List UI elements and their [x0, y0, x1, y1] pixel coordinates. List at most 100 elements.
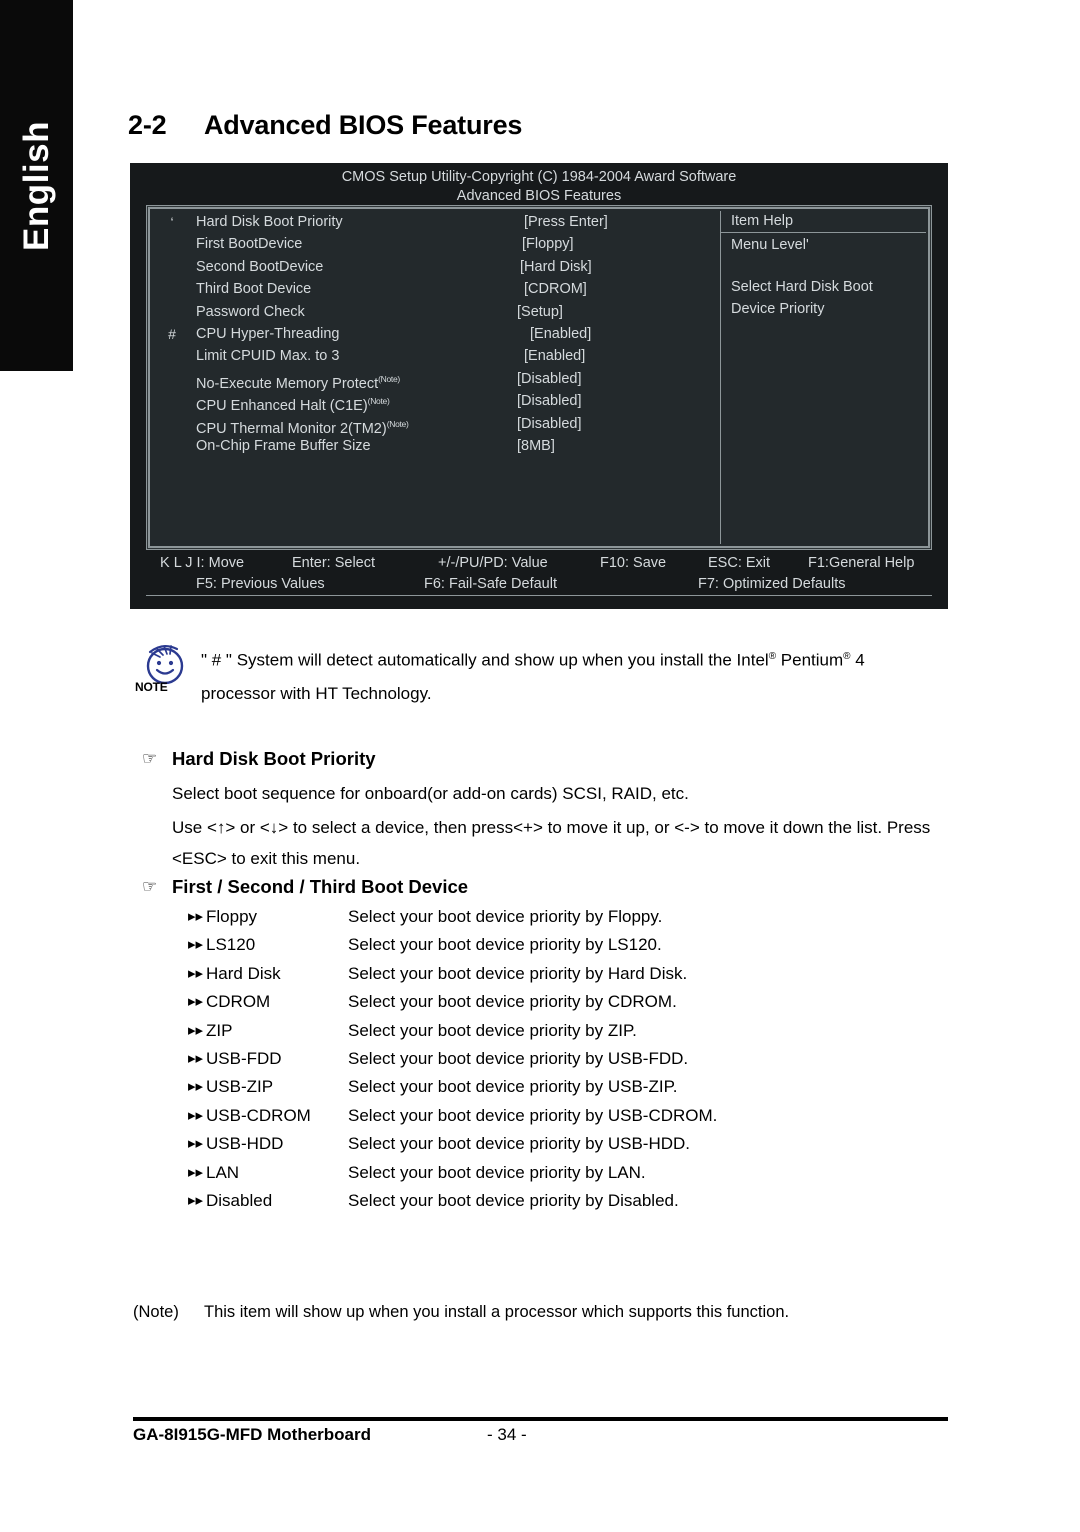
footer-rule [133, 1417, 948, 1421]
bios-row-value[interactable]: [Disabled] [517, 368, 581, 390]
bios-inner-frame: ‘ Hard Disk Boot Priority [Press Enter] Fir… [146, 205, 932, 550]
double-arrow-icon: ▸▸ [188, 993, 204, 1011]
boot-device-name: LAN [206, 1162, 240, 1182]
bios-setting-row[interactable]: On-Chip Frame Buffer Size [8MB] [152, 435, 744, 457]
bios-setting-row[interactable]: Limit CPUID Max. to 3 [Enabled] [152, 345, 744, 367]
double-arrow-icon: ▸▸ [188, 1135, 204, 1153]
item-help-body: Menu Level' Select Hard Disk Boot Device… [721, 233, 926, 320]
bios-row-label: Password Check [196, 303, 305, 320]
note-icon-label: NOTE [135, 680, 168, 694]
item-help-spacer [731, 256, 926, 276]
registered-icon: ® [768, 651, 777, 662]
double-arrow-icon: ▸▸ [188, 936, 204, 954]
boot-device-description: Select your boot device priority by USB-… [348, 1077, 678, 1097]
boot-device-name: CDROM [206, 992, 271, 1012]
bios-row-value[interactable]: [Enabled] [524, 345, 585, 367]
bios-setup-screenshot: CMOS Setup Utility-Copyright (C) 1984-20… [130, 163, 948, 609]
double-arrow-icon: ▸▸ [188, 1021, 204, 1039]
boot-device-description: Select your boot device priority by USB-… [348, 1134, 691, 1154]
boot-device-item: ▸▸ LAN Select your boot device priority by… [188, 1159, 948, 1187]
section-heading-boot-device: ☞ First / Second / Third Boot Device [142, 876, 469, 898]
bios-row-value[interactable]: [CDROM] [524, 278, 587, 300]
bios-row-value[interactable]: [Disabled] [517, 413, 581, 435]
bios-row-label: CPU Hyper-Threading [196, 325, 340, 342]
bios-row-value[interactable]: [Enabled] [530, 323, 591, 345]
bios-setting-row[interactable]: CPU Thermal Monitor 2(TM2)(Note) [Disable… [152, 413, 744, 437]
note-line1-part-b: Pentium [776, 650, 844, 670]
bios-key-hint: F5: Previous Values [196, 576, 325, 592]
boot-device-description: Select your boot device priority by USB-… [348, 1048, 689, 1068]
boot-device-item: ▸▸ Hard Disk Select your boot device prior… [188, 960, 948, 988]
bios-setting-row[interactable]: First BootDevice [Floppy] [152, 233, 744, 255]
bios-key-legend-row-1: K L J I: Move Enter: Select +/-/PU/PD: Val… [146, 553, 932, 574]
boot-device-item: ▸▸ Disabled Select your boot device priori… [188, 1187, 948, 1215]
bios-row-note-marker: (Note) [386, 418, 409, 429]
bios-setting-row[interactable]: ‘ Hard Disk Boot Priority [Press Enter] [152, 211, 744, 233]
bios-settings-list: ‘ Hard Disk Boot Priority [Press Enter] Fir… [152, 211, 744, 544]
bios-row-marker: ‘ [170, 214, 174, 230]
bios-header-line1: CMOS Setup Utility-Copyright (C) 1984-20… [341, 169, 737, 185]
item-help-title: Item Help [721, 211, 926, 233]
note-callout: NOTE " # " System will detect automatica… [133, 640, 948, 710]
bios-setting-row[interactable]: No-Execute Memory Protect(Note) [Disabled… [152, 368, 744, 392]
boot-device-item: ▸▸ USB-FDD Select your boot device priorit… [188, 1045, 948, 1073]
bios-row-note-marker: (Note) [378, 373, 400, 384]
item-help-desc-line2: Device Priority [731, 301, 825, 317]
boot-device-description: Select your boot device priority by Hard… [348, 963, 688, 983]
section1-paragraph-2-line2: <ESC> to exit this menu. [172, 849, 361, 868]
double-arrow-icon: ▸▸ [188, 1163, 204, 1181]
footnote-text: This item will show up when you install … [204, 1303, 790, 1321]
boot-device-name: Disabled [206, 1190, 273, 1210]
bios-row-value[interactable]: [Hard Disk] [520, 256, 592, 278]
bios-key-legend: K L J I: Move Enter: Select +/-/PU/PD: Val… [146, 553, 932, 597]
footnote-label: (Note) [133, 1303, 179, 1321]
double-arrow-icon: ▸▸ [188, 1078, 204, 1096]
section2-heading-text: First / Second / Third Boot Device [172, 876, 469, 897]
boot-device-item: ▸▸ USB-HDD Select your boot device priorit… [188, 1130, 948, 1158]
language-tab-label: English [16, 120, 56, 251]
bios-key-hint: F7: Optimized Defaults [698, 576, 846, 592]
section1-paragraph-2-line1: Use <↑> or <↓> to select a device, then … [172, 818, 931, 837]
boot-device-item: ▸▸ USB-CDROM Select your boot device prior… [188, 1102, 948, 1130]
boot-device-item: ▸▸ LS120 Select your boot device priority … [188, 931, 948, 959]
boot-device-description: Select your boot device priority by USB-… [348, 1105, 718, 1125]
boot-device-item: ▸▸ CDROM Select your boot device priority … [188, 988, 948, 1016]
page-title: 2-2 Advanced BIOS Features [128, 110, 522, 141]
bios-row-value[interactable]: [8MB] [517, 435, 555, 457]
bios-row-value[interactable]: [Press Enter] [524, 211, 608, 233]
menu-level-label: Menu Level' [731, 237, 809, 253]
bios-key-hint: ESC: Exit [708, 555, 771, 571]
boot-device-description: Select your boot device priority by Disa… [348, 1190, 679, 1210]
bios-row-value[interactable]: [Setup] [517, 301, 563, 323]
bios-header-line2: Advanced BIOS Features [456, 188, 622, 204]
section1-paragraph-1: Select boot sequence for onboard(or add-… [172, 784, 689, 803]
item-help-desc-line1: Select Hard Disk Boot [731, 279, 873, 295]
double-arrow-icon: ▸▸ [188, 964, 204, 982]
smiley-note-icon: NOTE [133, 640, 199, 700]
bios-setting-row[interactable]: Third Boot Device [CDROM] [152, 278, 744, 300]
section-heading-hard-disk-boot-priority: ☞ Hard Disk Boot Priority [142, 748, 376, 770]
boot-device-item: ▸▸ ZIP Select your boot device priority by… [188, 1017, 948, 1045]
note-callout-text: " # " System will detect automatically a… [201, 640, 948, 710]
bios-setting-row[interactable]: Password Check [Setup] [152, 301, 744, 323]
bios-row-label: Second BootDevice [196, 258, 324, 275]
bios-key-legend-row-2: F5: Previous Values F6: Fail-Safe Default… [146, 574, 932, 595]
bios-setting-row[interactable]: Second BootDevice [Hard Disk] [152, 256, 744, 278]
pointing-hand-icon: ☞ [142, 749, 158, 768]
bios-setting-row[interactable]: # CPU Hyper-Threading [Enabled] [152, 323, 744, 345]
boot-device-name: Hard Disk [206, 963, 281, 983]
double-arrow-icon: ▸▸ [188, 1191, 204, 1209]
bios-row-value[interactable]: [Disabled] [517, 390, 581, 412]
bios-row-marker: # [168, 325, 176, 342]
page-title-text: Advanced BIOS Features [204, 110, 523, 140]
boot-device-name: USB-HDD [206, 1134, 284, 1154]
bios-row-value[interactable]: [Floppy] [522, 233, 574, 255]
footnote: (Note) This item will show up when you in… [133, 1303, 789, 1322]
bios-row-label: Hard Disk Boot Priority [196, 214, 343, 230]
bios-row-note-marker: (Note) [367, 396, 390, 407]
bios-bottom-rule [146, 595, 932, 596]
bios-setting-row[interactable]: CPU Enhanced Halt (C1E)(Note) [Disabled] [152, 390, 744, 414]
boot-device-item: ▸▸ USB-ZIP Select your boot device priorit… [188, 1073, 948, 1101]
boot-device-name: USB-ZIP [206, 1077, 274, 1097]
bios-row-label: Third Boot Device [196, 281, 312, 298]
